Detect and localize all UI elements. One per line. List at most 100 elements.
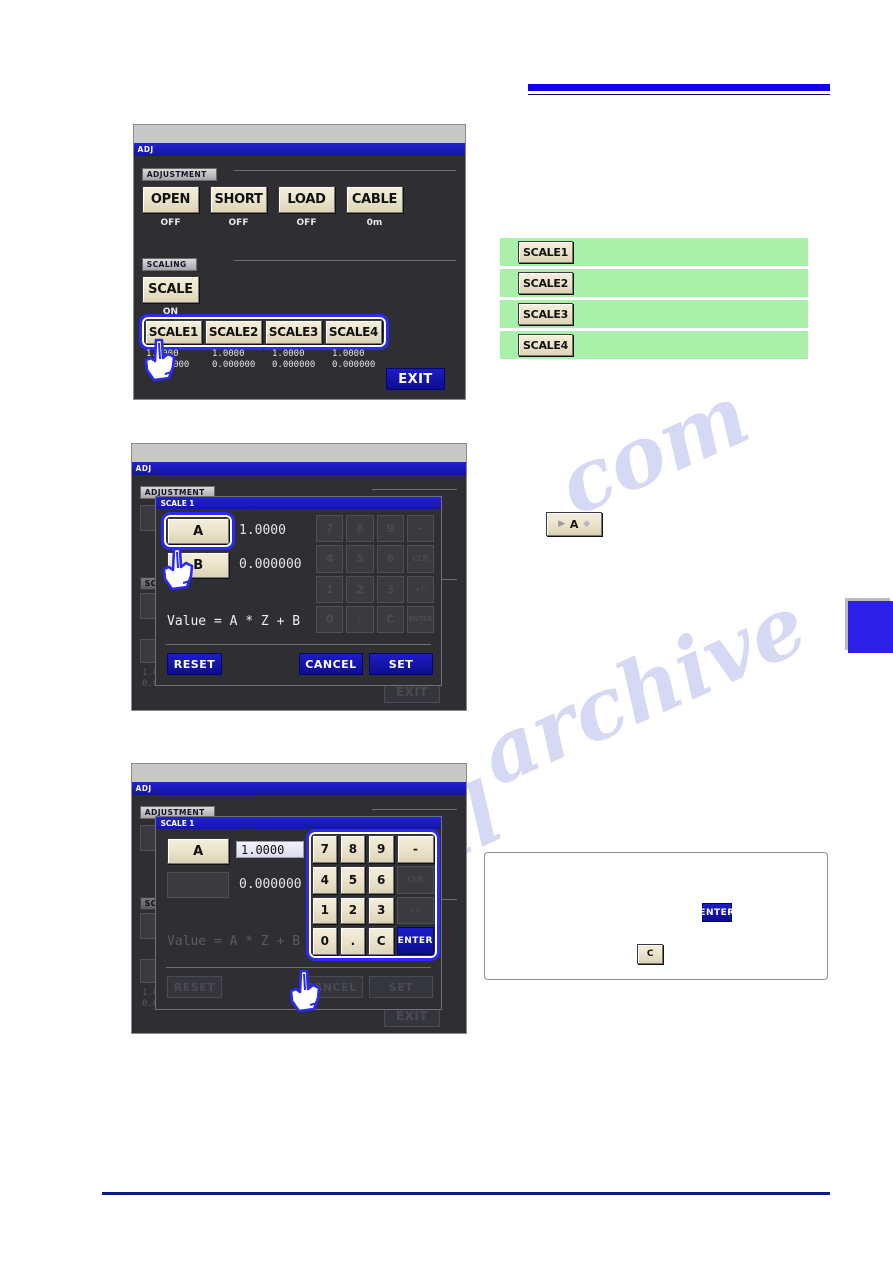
reset-button-dim: RESET: [167, 976, 222, 998]
scale-description-list: SCALE1 SCALE2 SCALE3 SCALE4: [500, 238, 808, 362]
cable-state: 0m: [366, 218, 383, 228]
scale-toggle-button[interactable]: SCALE: [142, 276, 199, 303]
keypad-key-1[interactable]: 1: [312, 896, 338, 925]
load-button[interactable]: LOAD: [278, 186, 335, 213]
scaling-formula-dim: Value = A * Z + B: [167, 934, 301, 949]
cancel-button[interactable]: CANCEL: [299, 653, 363, 675]
scale1-button[interactable]: SCALE1: [145, 320, 202, 344]
left-chevron-icon: ▶: [558, 519, 565, 529]
keypad-key-clr-disabled: CLR: [406, 545, 434, 573]
scale2-a-value: 1.0000: [212, 349, 245, 359]
note-clear-button[interactable]: C: [637, 944, 663, 964]
coefficient-b-value: 0.000000: [239, 557, 302, 572]
coefficient-a-input[interactable]: 1.0000: [236, 841, 304, 858]
device-screenshot-panel-3: ADJ ADJUSTMENT SC 1.0000 0.000000 EXIT S…: [131, 763, 467, 1034]
panel2-title: ADJ: [135, 464, 152, 473]
coefficient-a-button[interactable]: A: [167, 518, 229, 544]
scale2-list-button[interactable]: SCALE2: [518, 272, 573, 294]
short-button[interactable]: SHORT: [210, 186, 267, 213]
list-item: SCALE4: [500, 331, 808, 359]
scale3-list-button[interactable]: SCALE3: [518, 303, 573, 325]
panel1-scaling-divider: [234, 260, 456, 261]
keypad-key-8-disabled: 8: [346, 515, 374, 543]
scale2-b-value: 0.000000: [212, 360, 256, 370]
coefficient-a-button-active[interactable]: A: [167, 838, 229, 864]
dialog-footer-divider: [166, 644, 431, 645]
keypad-key-0[interactable]: 0: [312, 927, 338, 955]
scale3-button[interactable]: SCALE3: [265, 320, 322, 344]
keypad-key-4[interactable]: 4: [312, 865, 338, 894]
panel3-title-bar: ADJ: [132, 782, 466, 795]
panel1-top-bezel: [134, 125, 465, 143]
exit-button[interactable]: EXIT: [386, 368, 445, 390]
scale1-dialog: SCALE 1 A B 1.0000 0.000000 Value = A * …: [155, 496, 442, 686]
numeric-keypad[interactable]: 7 8 9 - 4 5 6 CLR 1 2 3 +/- 0 . C ENTER: [312, 835, 434, 955]
scale1-dialog-keypad-title: SCALE 1: [160, 818, 195, 828]
keypad-key-dot[interactable]: .: [340, 927, 366, 955]
numeric-keypad-disabled: 7 8 9 - 4 5 6 CLR 1 2 3 +/- 0 . C ENTER: [316, 515, 434, 633]
keypad-key-clr: CLR: [396, 865, 434, 894]
keypad-key-dot-disabled: .: [346, 605, 374, 633]
keypad-key-7[interactable]: 7: [312, 835, 338, 863]
note-enter-button[interactable]: ENTER: [699, 903, 734, 922]
scale-toggle-state: ON: [162, 307, 179, 317]
keypad-key-2[interactable]: 2: [340, 896, 366, 925]
device-screenshot-panel-1: ADJ ADJUSTMENT OPEN SHORT LOAD CABLE OFF…: [133, 124, 466, 400]
reset-button[interactable]: RESET: [167, 653, 222, 675]
keypad-key-c[interactable]: C: [368, 927, 394, 955]
open-state: OFF: [160, 218, 181, 228]
keypad-key-9-disabled: 9: [376, 515, 404, 543]
coefficient-b-button[interactable]: B: [167, 552, 229, 578]
keypad-key-minus-disabled: -: [406, 515, 434, 543]
keypad-key-6[interactable]: 6: [368, 865, 394, 894]
watermark-text-1: com: [543, 364, 763, 535]
keypad-key-0-disabled: 0: [316, 605, 344, 633]
scale4-a-value: 1.0000: [332, 349, 365, 359]
panel1-title-bar: ADJ: [134, 143, 465, 156]
keypad-key-enter[interactable]: ENTER: [396, 927, 434, 955]
scale2-button[interactable]: SCALE2: [205, 320, 262, 344]
scale4-button[interactable]: SCALE4: [325, 320, 382, 344]
footer-rule: [102, 1192, 830, 1195]
keypad-key-8[interactable]: 8: [340, 835, 366, 863]
scale1-dialog-keypad-title-bar: SCALE 1: [156, 817, 441, 829]
set-button[interactable]: SET: [369, 653, 433, 675]
keypad-key-1-disabled: 1: [316, 575, 344, 603]
scale1-dialog-title: SCALE 1: [160, 498, 195, 508]
open-button[interactable]: OPEN: [142, 186, 199, 213]
panel3-title: ADJ: [135, 784, 152, 793]
panel3-body: ADJUSTMENT SC 1.0000 0.000000 EXIT SCALE…: [132, 795, 466, 1033]
keypad-key-3[interactable]: 3: [368, 896, 394, 925]
panel1-adjustment-divider: [234, 170, 456, 171]
scale1-list-button[interactable]: SCALE1: [518, 241, 573, 263]
keypad-key-5[interactable]: 5: [340, 865, 366, 894]
keypad-key-c-disabled: C: [376, 605, 404, 633]
panel1-scaling-chip: SCALING: [142, 254, 200, 272]
coefficient-b-value-readonly: 0.000000: [239, 877, 302, 892]
watermark-text-3: archive: [464, 574, 821, 805]
scale4-list-button[interactable]: SCALE4: [518, 334, 573, 356]
set-button-dim: SET: [369, 976, 433, 998]
load-state: OFF: [296, 218, 317, 228]
keypad-key-sign-disabled: +/-: [406, 575, 434, 603]
sample-coefficient-a-button[interactable]: ▶ A ◆: [546, 512, 602, 536]
right-diamond-icon: ◆: [583, 519, 590, 529]
panel2-body: ADJUSTMENT SC 1.0000 0.000000 EXIT SCALE…: [132, 475, 466, 710]
keypad-key-4-disabled: 4: [316, 545, 344, 573]
scale3-b-value: 0.000000: [272, 360, 316, 370]
keypad-key-9[interactable]: 9: [368, 835, 394, 863]
keypad-key-3-disabled: 3: [376, 575, 404, 603]
scale3-a-value: 1.0000: [272, 349, 305, 359]
cable-button[interactable]: CABLE: [346, 186, 403, 213]
short-state: OFF: [228, 218, 249, 228]
scale1-a-value: 1.0000: [146, 349, 179, 359]
coefficient-a-input-value: 1.0000: [241, 842, 285, 857]
header-rule-thin: [528, 94, 830, 95]
scale1-dialog-keypad: SCALE 1 A 1.0000 0.000000 Value = A * Z …: [155, 816, 442, 1010]
keypad-key-minus[interactable]: -: [396, 835, 434, 863]
panel2-top-bezel: [132, 444, 466, 462]
keypad-key-2-disabled: 2: [346, 575, 374, 603]
keypad-key-sign: +/-: [396, 896, 434, 925]
keypad-key-6-disabled: 6: [376, 545, 404, 573]
keypad-key-7-disabled: 7: [316, 515, 344, 543]
